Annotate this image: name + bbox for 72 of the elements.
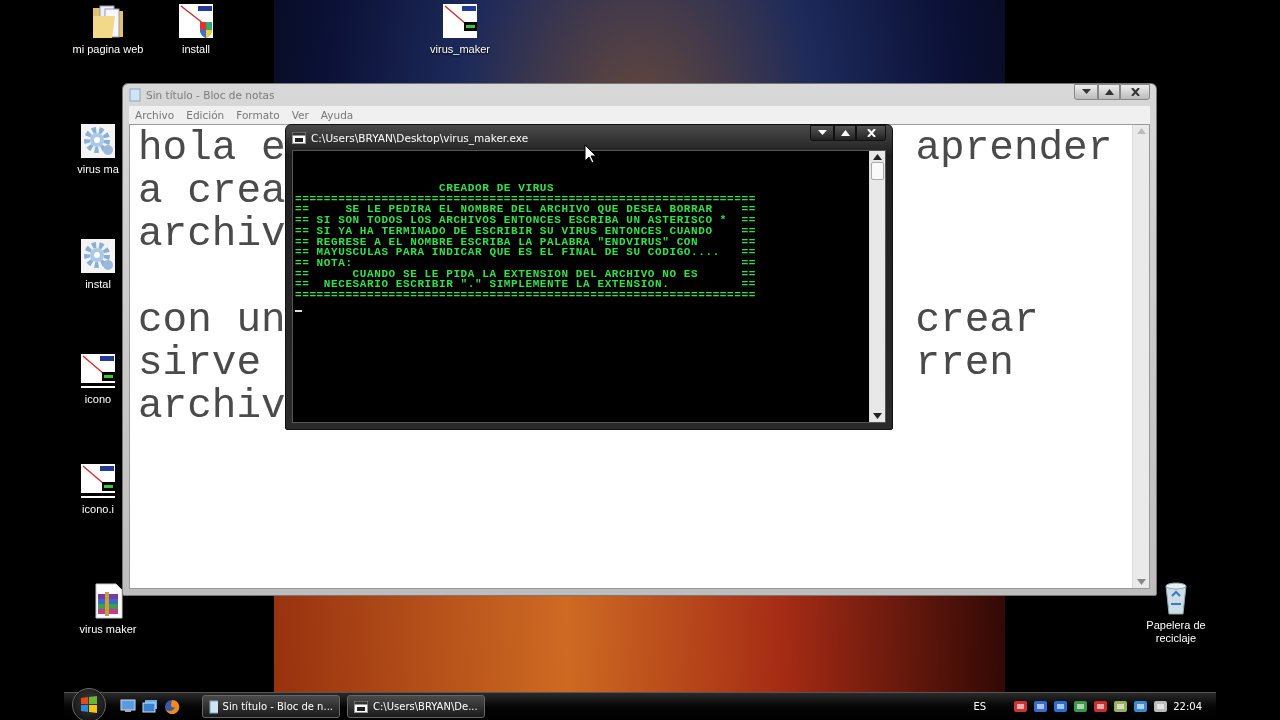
desktop-icon-label[interactable]: icono.i	[82, 503, 114, 516]
minimize-button[interactable]	[810, 125, 834, 141]
desktop-icon-label[interactable]: icono	[84, 393, 112, 406]
desktop-icon-label[interactable]: instal	[85, 278, 111, 291]
language-indicator[interactable]: ES	[973, 701, 987, 712]
console-text: == REGRESE A EL NOMBRE ESCRIBA LA PALABRA "ENDVIRUS" CON ==	[295, 236, 757, 248]
console-text: == CUANDO SE LE PIDA LA EXTENSION DEL ARCHIVO NO ES ==	[295, 268, 757, 280]
menu-item[interactable]: Edición	[182, 109, 229, 121]
desktop-icon-label[interactable]: install	[181, 43, 211, 56]
console-text: == SE LE PEDIRA EL NOMBRE DEL ARCHIVO QUE DESEA BORRAR ==	[295, 204, 757, 216]
close-icon	[866, 129, 876, 137]
console-text: == NECESARIO ESCRIBIR "." SIMPLEMENTE LA EXTENSION. ==	[295, 279, 757, 291]
browser-icon[interactable]	[164, 698, 180, 715]
console-text: ================================================================	[295, 290, 757, 301]
window-title: Sin título - Bloc de notas	[146, 89, 276, 101]
desktop-icon-label[interactable]: virus ma	[77, 163, 119, 176]
console-text: ================================================================	[295, 193, 757, 205]
thumbnail-icon[interactable]	[80, 462, 116, 500]
desktop-icon-label[interactable]: virus maker	[79, 623, 137, 636]
scroll-up-icon[interactable]	[873, 154, 882, 160]
window-flag-icon	[80, 695, 98, 714]
menu-item[interactable]: Formato	[232, 109, 284, 121]
notepad-icon	[129, 88, 141, 102]
close-button[interactable]	[1120, 84, 1150, 100]
maximize-icon	[840, 130, 850, 136]
shortcut-thumbnail-icon[interactable]	[442, 2, 478, 40]
shield-app-icon[interactable]	[178, 2, 214, 40]
maximize-button[interactable]	[834, 125, 856, 141]
minimize-button[interactable]	[1074, 84, 1098, 100]
close-icon	[1130, 88, 1140, 96]
maximize-button[interactable]	[1098, 84, 1120, 100]
notepad-icon	[209, 699, 218, 714]
scrollbar[interactable]	[869, 151, 885, 422]
document-text: archiv	[138, 383, 286, 429]
thumbnail-icon[interactable]	[80, 352, 116, 390]
console-text: == MAYUSCULAS PARA INDICAR QUE ES EL FINAL DE SU CODIGO.... ==	[295, 247, 757, 258]
desktop-icon-label[interactable]: Papelera de reciclaje	[1142, 619, 1210, 645]
desktop-icon-label[interactable]: virus_maker	[430, 43, 490, 56]
taskbar-button[interactable]: Sin título - Bloc de n...	[202, 695, 340, 718]
menu-item[interactable]: Ver	[287, 109, 313, 121]
folder-icon[interactable]	[90, 2, 126, 40]
minimize-icon	[1081, 89, 1091, 95]
console-text: == NOTA: ==	[295, 257, 757, 269]
console-text: == SI SON TODOS LOS ARCHIVOS ENTONCES ESCRIBA UN ASTERISCO * ==	[295, 215, 757, 226]
minimize-icon	[817, 130, 827, 136]
console-window-icon	[292, 131, 306, 144]
document-text: a crea	[138, 168, 286, 214]
document-text: con un	[138, 297, 286, 343]
menu-item[interactable]: Ayuda	[316, 109, 358, 121]
console-text: CREADOR DE VIRUS	[438, 183, 556, 194]
gear-icon[interactable]	[80, 237, 116, 275]
gear-icon[interactable]	[80, 122, 116, 160]
start-button[interactable]	[72, 687, 106, 720]
text-cursor	[295, 309, 302, 312]
document-text: sirve	[138, 340, 262, 386]
clock[interactable]: 22:04	[1173, 701, 1202, 712]
close-button[interactable]	[856, 125, 886, 141]
window-title: C:\Users\BRYAN\Desktop\virus_maker.exe	[311, 131, 530, 144]
scroll-down-icon[interactable]	[873, 413, 882, 419]
desktop-icon-label[interactable]: mi pagina web	[72, 43, 144, 56]
taskbar-button[interactable]: C:\Users\BRYAN\De...	[347, 695, 485, 718]
stacked-windows-icon[interactable]	[142, 698, 158, 713]
console-text: == SI YA HA TERMINADO DE ESCRIBIR SU VIRUS ENTONCES CUANDO ==	[295, 225, 757, 237]
maximize-icon	[1104, 89, 1114, 95]
console-window-icon	[354, 700, 368, 713]
menu-item[interactable]: Archivo	[131, 109, 179, 121]
document-text: archiv	[138, 211, 286, 257]
document-text: crear	[915, 299, 1039, 342]
document-text: hola e	[138, 125, 286, 171]
document-text: aprender	[915, 127, 1113, 170]
scroll-thumb[interactable]	[871, 162, 884, 180]
document-text: rren	[915, 342, 1014, 385]
